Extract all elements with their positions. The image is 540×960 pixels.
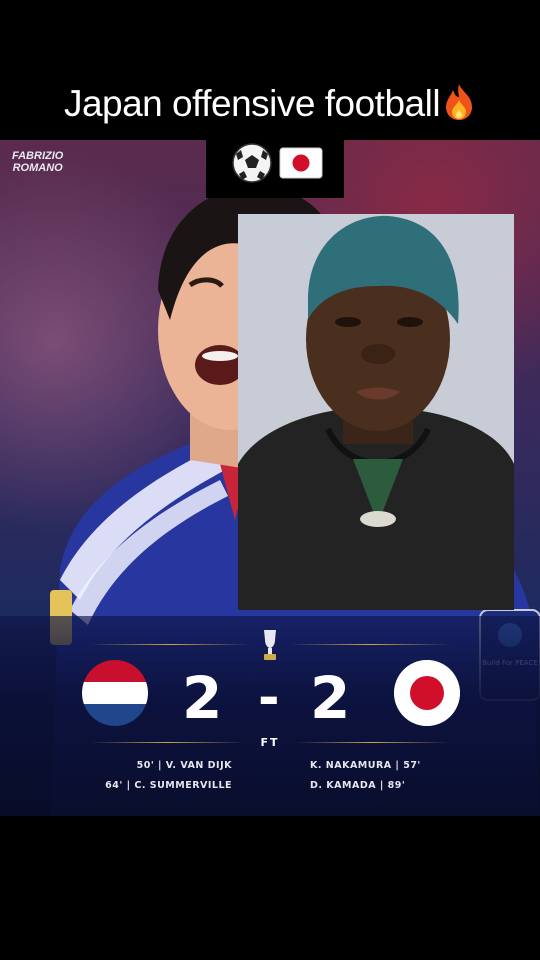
divider-line bbox=[290, 644, 450, 645]
fire-icon bbox=[442, 82, 476, 122]
divider-line bbox=[295, 742, 450, 743]
trophy-icon bbox=[264, 630, 276, 660]
netherlands-flag-icon bbox=[82, 660, 148, 726]
reaction-webcam bbox=[238, 214, 514, 610]
brand-line-1: FABRIZIO bbox=[12, 150, 64, 162]
away-scorer: D. KAMADA | 89' bbox=[310, 780, 406, 791]
home-scorer: 64' | C. SUMMERVILLE bbox=[105, 780, 232, 791]
divider-line bbox=[90, 644, 250, 645]
match-status: FT bbox=[260, 736, 280, 749]
japan-flag-icon bbox=[279, 147, 323, 179]
japan-flag-icon bbox=[394, 660, 460, 726]
score-separator: - bbox=[258, 668, 280, 728]
brand-logo: FABRIZIO ROMANO bbox=[12, 150, 63, 174]
video-caption: Japan offensive football bbox=[0, 82, 540, 125]
away-scorer: K. NAKAMURA | 57' bbox=[310, 760, 421, 771]
away-score: 2 bbox=[310, 664, 351, 732]
caption-text: Japan offensive football bbox=[63, 83, 441, 124]
brand-line-2: ROMANO bbox=[12, 162, 63, 174]
divider-line bbox=[90, 742, 245, 743]
reactor-illustration bbox=[238, 214, 514, 610]
home-score: 2 bbox=[182, 664, 223, 732]
home-scorer: 50' | V. VAN DIJK bbox=[136, 760, 232, 771]
emoji-overlay bbox=[206, 140, 344, 198]
soccer-ball-icon bbox=[232, 143, 272, 183]
